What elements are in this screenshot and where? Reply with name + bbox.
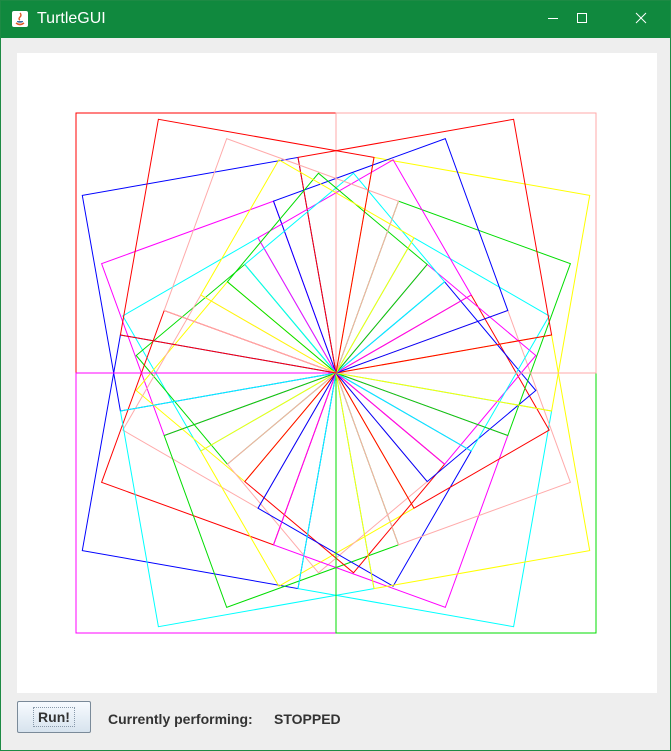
- close-button[interactable]: [612, 1, 670, 38]
- spiral-square: [122, 237, 337, 452]
- spiral-square: [226, 172, 428, 374]
- spiral-square: [335, 200, 572, 437]
- spiral-square: [244, 172, 446, 374]
- spiral-square: [335, 281, 537, 483]
- spiral-square: [335, 112, 597, 374]
- spiral-square: [257, 159, 472, 374]
- spiral-square: [272, 372, 509, 609]
- spiral-square: [335, 237, 550, 452]
- status-label: Currently performing:: [108, 711, 253, 727]
- run-button-label: Run!: [33, 707, 75, 727]
- turtle-canvas: [17, 53, 657, 693]
- spiral-square: [100, 200, 337, 437]
- spiral-square: [200, 372, 415, 587]
- maximize-icon: [576, 11, 588, 29]
- window-title: TurtleGUI: [37, 10, 106, 27]
- spiral-square: [75, 372, 337, 634]
- close-icon: [635, 11, 647, 29]
- maximize-button[interactable]: [553, 1, 611, 38]
- title-bar[interactable]: TurtleGUI: [1, 1, 670, 38]
- run-button[interactable]: Run!: [17, 701, 91, 733]
- spiral-square: [163, 137, 400, 374]
- spiral-square: [335, 372, 597, 634]
- java-app-icon: [11, 10, 29, 28]
- spiral-square: [163, 372, 400, 609]
- status-value: STOPPED: [274, 711, 341, 727]
- spiral-square: [75, 112, 337, 374]
- spiral-square: [226, 372, 428, 574]
- spiral-square: [200, 159, 415, 374]
- spiral-square: [122, 294, 337, 509]
- app-window: TurtleGUI Run! Currently performing: STO…: [0, 0, 671, 751]
- spiral-square: [257, 372, 472, 587]
- spiral-square: [335, 309, 572, 546]
- spiral-square: [335, 294, 550, 509]
- spiral-square: [272, 137, 509, 374]
- spiral-square: [244, 372, 446, 574]
- spiral-square: [135, 281, 337, 483]
- spiral-square: [135, 263, 337, 465]
- spiral-square: [335, 263, 537, 465]
- turtle-drawing: [75, 112, 597, 634]
- spiral-square: [100, 309, 337, 546]
